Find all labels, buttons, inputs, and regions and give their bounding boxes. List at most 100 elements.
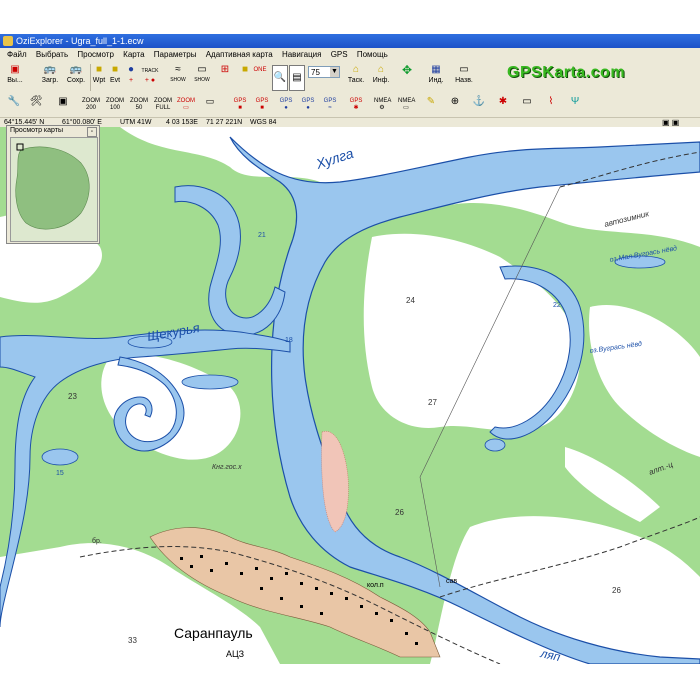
separator — [90, 64, 91, 91]
save-button[interactable]: 🚌 Сохр. — [64, 64, 88, 85]
zoom-50-button[interactable]: ZOOM 50 — [128, 98, 150, 112]
map-select-button[interactable]: ▣ — [56, 96, 70, 107]
info-button[interactable]: ⌂ Инф. — [369, 64, 393, 85]
menu-adaptive-map[interactable]: Адаптивная карта — [206, 48, 273, 61]
zoom-100-button[interactable]: ZOOM 100 — [104, 98, 126, 112]
menu-params[interactable]: Параметры — [154, 48, 197, 61]
waypoint-button[interactable]: ■ Wpt — [92, 64, 106, 85]
status-print-icon[interactable]: ▣ ▣ — [662, 118, 679, 127]
nmea-log-icon: NMEA ▭ — [398, 98, 416, 111]
zoom-select[interactable]: 75 ▼ — [308, 66, 340, 78]
app-icon — [3, 36, 13, 46]
load-icon: 🚌 — [43, 64, 57, 75]
label-23: 23 — [68, 392, 77, 401]
anchor-button[interactable]: ⚓ — [472, 96, 486, 107]
close-icon[interactable]: ▫ — [87, 127, 97, 137]
nmea-icon: NMEA ⚙ — [374, 98, 392, 111]
name-icon: ▭ — [459, 64, 469, 75]
chart-button[interactable]: ▭ — [520, 96, 534, 107]
grid-button[interactable]: ⊞ — [214, 64, 236, 76]
gps-wpt-icon: GPS ■ — [233, 98, 247, 111]
indicator-icon: ▦ — [431, 64, 441, 75]
pencil-button[interactable]: ✎ — [424, 97, 438, 107]
save-icon: 🚌 — [69, 64, 83, 75]
map-select-icon: ▣ — [58, 96, 68, 107]
route-button[interactable]: ● + — [124, 64, 138, 85]
label-town-sub: АЦЗ — [226, 649, 244, 659]
profile-button[interactable]: ⌇ — [544, 96, 558, 107]
antenna-icon: Ψ — [570, 96, 580, 107]
lake-small-4 — [484, 438, 506, 452]
gps-route-button[interactable]: GPS ■ — [254, 98, 270, 112]
gps-button-1[interactable]: ■ — [238, 64, 252, 76]
menu-navigation[interactable]: Навигация — [282, 48, 322, 61]
menu-file[interactable]: Файл — [7, 48, 27, 61]
label-br: бр. — [92, 537, 102, 545]
info-icon: ⌂ — [377, 64, 385, 75]
one-icon: ONE — [253, 67, 267, 73]
profile-icon: ⌇ — [548, 96, 554, 107]
map-view[interactable]: Хулга Щекурья ляп Сарaнпауль АЦЗ оз.Мал.… — [0, 127, 700, 664]
crosshair-icon: ⊕ — [450, 96, 460, 107]
anchor-icon: ⚓ — [472, 96, 486, 107]
exit-icon: ▣ — [10, 64, 20, 75]
zoom-custom-button[interactable]: ZOOM ▭ — [176, 98, 196, 112]
nmea-button[interactable]: NMEA ⚙ — [374, 98, 392, 112]
gps-all-button[interactable]: GPS ✱ — [348, 98, 364, 112]
chevron-down-icon: ▼ — [330, 67, 339, 77]
zoom-full-button[interactable]: ZOOM FULL — [152, 98, 174, 112]
ind-button[interactable]: ▦ Инд. — [424, 64, 448, 85]
gps-receive-button[interactable]: GPS ≈ — [322, 98, 338, 112]
preview-minimap[interactable] — [10, 137, 98, 242]
grid-icon: ⊞ — [220, 64, 230, 75]
label-21: 21 — [258, 232, 266, 239]
gpskarta-logo: GPSKarta.com — [507, 64, 626, 81]
gps-route-icon: GPS ■ — [255, 98, 269, 111]
zoom-200-button[interactable]: ZOOM 200 — [80, 98, 102, 112]
antenna-button[interactable]: Ψ — [568, 96, 582, 107]
chart-icon: ▭ — [522, 96, 532, 107]
settings-button[interactable]: 🛠 — [28, 97, 44, 107]
gps-send-button[interactable]: GPS ● — [300, 98, 316, 112]
menu-map[interactable]: Карта — [123, 48, 144, 61]
show-button-2[interactable]: ▭ SHOW — [192, 64, 212, 85]
gps-icon: ■ — [241, 64, 249, 75]
event-icon: ■ — [111, 64, 119, 75]
label-18: 18 — [285, 337, 293, 344]
show-button-1[interactable]: ≈ SHOW — [166, 64, 190, 85]
task-button[interactable]: ⌂ Таск. — [343, 64, 369, 85]
nmea-log-button[interactable]: NMEA ▭ — [398, 98, 416, 112]
move-button[interactable]: ✥ — [395, 64, 419, 76]
gps-send-icon: GPS ● — [301, 98, 315, 111]
gps-track-button[interactable]: GPS ● — [278, 98, 294, 112]
exit-button[interactable]: ▣ Вы... — [2, 64, 28, 85]
pan-tool-button[interactable]: ▤ — [289, 65, 305, 91]
menu-select[interactable]: Выбрать — [36, 48, 68, 61]
target-button[interactable]: ⊕ — [448, 96, 462, 107]
label-bridge: кол.п — [367, 582, 384, 589]
window-icon: ▤ — [292, 72, 302, 83]
preview-title: Просмотр карты — [10, 127, 63, 134]
menu-view[interactable]: Просмотр — [77, 48, 114, 61]
gps-all-icon: GPS ✱ — [349, 98, 363, 111]
event-button[interactable]: ■ Evt — [108, 64, 122, 85]
menu-gps[interactable]: GPS — [331, 48, 348, 61]
wrench-button[interactable]: 🔧 — [6, 96, 22, 107]
one-button[interactable]: ONE — [252, 64, 268, 76]
name-button[interactable]: ▭ Назв. — [452, 64, 476, 85]
title-bar: OziExplorer - Ugra_full_1-1.ecw — [0, 34, 700, 48]
lifebuoy-button[interactable]: ✱ — [496, 97, 510, 107]
lake-small-2 — [181, 374, 239, 390]
menu-help[interactable]: Помощь — [357, 48, 388, 61]
map-preview-panel[interactable]: Просмотр карты ▫ — [6, 125, 100, 244]
layer-button[interactable]: ▭ — [200, 97, 220, 106]
gps-wpt-button[interactable]: GPS ■ — [232, 98, 248, 112]
track-plus-icon: + ● — [144, 77, 156, 84]
zoom-tool-button[interactable]: 🔍 — [272, 65, 288, 91]
load-button[interactable]: 🚌 Загр. — [38, 64, 62, 85]
wrench-icon: 🔧 — [7, 96, 21, 107]
track-button[interactable]: TRACK + ● — [140, 64, 160, 85]
window-title: OziExplorer - Ugra_full_1-1.ecw — [16, 36, 144, 46]
move-arrows-icon: ✥ — [401, 63, 413, 77]
route-icon: ● — [127, 64, 135, 75]
